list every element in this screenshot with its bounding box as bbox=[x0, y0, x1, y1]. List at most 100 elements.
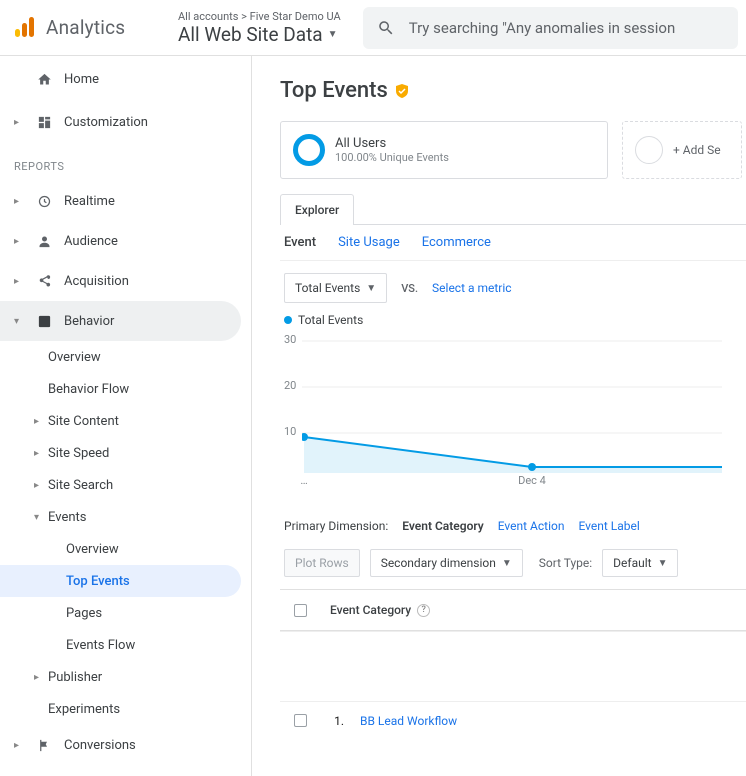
subsubnav-top-events-label: Top Events bbox=[66, 574, 130, 589]
tab-explorer[interactable]: Explorer bbox=[280, 194, 354, 225]
events-table: Event Category? 1. BB Lead Workflow bbox=[280, 589, 746, 739]
secondary-dimension-label: Secondary dimension bbox=[381, 556, 496, 570]
subsubnav-top-events[interactable]: Top Events bbox=[0, 565, 241, 597]
view-name: All Web Site Data bbox=[178, 23, 323, 46]
subsubnav-events-flow-label: Events Flow bbox=[66, 638, 135, 653]
plot-rows-button[interactable]: Plot Rows bbox=[284, 549, 360, 577]
search-input[interactable]: Try searching "Any anomalies in session bbox=[363, 7, 738, 49]
content-area: Top Events All Users 100.00% Unique Even… bbox=[252, 56, 746, 776]
chevron-right-icon: ▸ bbox=[34, 448, 44, 459]
subsubnav-overview[interactable]: Overview bbox=[0, 533, 251, 565]
chevron-right-icon: ▸ bbox=[14, 117, 24, 128]
subnav-site-speed[interactable]: ▸ Site Speed bbox=[0, 437, 251, 469]
search-placeholder: Try searching "Any anomalies in session bbox=[409, 19, 676, 37]
chevron-right-icon: ▸ bbox=[14, 196, 24, 207]
y-tick-20: 20 bbox=[284, 379, 296, 392]
subnav-site-content-label: Site Content bbox=[48, 414, 119, 429]
nav-audience[interactable]: ▸ Audience bbox=[0, 221, 251, 261]
nav-behavior-label: Behavior bbox=[64, 314, 114, 329]
row-checkbox[interactable] bbox=[294, 714, 307, 727]
subsubnav-events-flow[interactable]: Events Flow bbox=[0, 629, 251, 661]
segment-all-users[interactable]: All Users 100.00% Unique Events bbox=[280, 121, 608, 179]
dim-event-category[interactable]: Event Category bbox=[402, 519, 484, 533]
nav-audience-label: Audience bbox=[64, 234, 118, 249]
subnav-overview[interactable]: Overview bbox=[0, 341, 251, 373]
help-icon[interactable]: ? bbox=[417, 604, 430, 617]
sort-type-value: Default bbox=[613, 556, 651, 570]
subnav-behavior-flow[interactable]: Behavior Flow bbox=[0, 373, 251, 405]
subnav-publisher-label: Publisher bbox=[48, 670, 102, 685]
subtab-ecommerce[interactable]: Ecommerce bbox=[422, 235, 491, 250]
y-tick-10: 10 bbox=[284, 425, 296, 438]
account-selector[interactable]: All accounts > Five Star Demo UA All Web… bbox=[166, 10, 353, 46]
subsubnav-pages-label: Pages bbox=[66, 606, 102, 621]
series-dot-icon bbox=[284, 316, 292, 324]
shield-icon bbox=[394, 83, 410, 99]
nav-realtime-label: Realtime bbox=[64, 194, 115, 209]
sort-type-selector[interactable]: Default ▼ bbox=[602, 549, 678, 577]
subnav-behavior-flow-label: Behavior Flow bbox=[48, 382, 129, 397]
caret-down-icon: ▼ bbox=[658, 558, 668, 569]
brand-name: Analytics bbox=[46, 16, 125, 39]
row-event-category-link[interactable]: BB Lead Workflow bbox=[350, 714, 457, 728]
subnav-site-speed-label: Site Speed bbox=[48, 446, 109, 461]
add-segment-label: + Add Se bbox=[673, 143, 721, 157]
select-metric-link[interactable]: Select a metric bbox=[432, 281, 512, 295]
dim-event-label[interactable]: Event Label bbox=[578, 519, 639, 533]
x-tick-ellipsis: … bbox=[300, 474, 307, 487]
secondary-dimension-selector[interactable]: Secondary dimension▼ bbox=[370, 549, 523, 577]
chevron-right-icon: ▸ bbox=[14, 740, 24, 751]
chevron-right-icon: ▸ bbox=[34, 672, 44, 683]
segment-subtitle: 100.00% Unique Events bbox=[335, 151, 449, 164]
chevron-down-icon: ▾ bbox=[14, 316, 24, 327]
subnav-events[interactable]: ▾ Events bbox=[0, 501, 251, 533]
select-all-checkbox[interactable] bbox=[294, 604, 307, 617]
dim-event-action[interactable]: Event Action bbox=[498, 519, 565, 533]
nav-acquisition[interactable]: ▸ Acquisition bbox=[0, 261, 251, 301]
col-event-category[interactable]: Event Category bbox=[330, 603, 411, 617]
sidebar: Home ▸ Customization REPORTS ▸ Realtime … bbox=[0, 56, 252, 776]
caret-down-icon: ▼ bbox=[366, 283, 376, 294]
share-icon bbox=[36, 274, 52, 289]
vs-label: VS. bbox=[401, 282, 418, 295]
subnav-site-content[interactable]: ▸Site Content bbox=[0, 405, 251, 437]
subtab-site-usage[interactable]: Site Usage bbox=[338, 235, 400, 250]
segment-name: All Users bbox=[335, 136, 449, 151]
subtab-event[interactable]: Event bbox=[284, 235, 316, 250]
chevron-down-icon: ▾ bbox=[34, 512, 44, 523]
nav-behavior[interactable]: ▾ Behavior bbox=[0, 301, 241, 341]
subnav-events-label: Events bbox=[48, 510, 86, 525]
clock-icon bbox=[36, 194, 52, 209]
subsubnav-pages[interactable]: Pages bbox=[0, 597, 251, 629]
caret-down-icon: ▼ bbox=[328, 29, 338, 40]
subnav-publisher[interactable]: ▸ Publisher bbox=[0, 661, 251, 693]
x-tick-dec4: Dec 4 bbox=[518, 474, 546, 487]
subnav-site-search[interactable]: ▸Site Search bbox=[0, 469, 251, 501]
metric-selector[interactable]: Total Events ▼ bbox=[284, 273, 387, 303]
nav-conversions[interactable]: ▸ Conversions bbox=[0, 725, 251, 765]
chevron-right-icon: ▸ bbox=[14, 276, 24, 287]
row-index: 1. bbox=[320, 714, 350, 728]
search-icon bbox=[377, 19, 395, 37]
page-title: Top Events bbox=[280, 78, 388, 103]
subsubnav-overview-label: Overview bbox=[66, 542, 119, 557]
nav-acquisition-label: Acquisition bbox=[64, 274, 129, 289]
nav-home[interactable]: Home bbox=[0, 56, 251, 102]
metric-selector-label: Total Events bbox=[295, 281, 360, 295]
segment-circle-icon bbox=[293, 134, 325, 166]
nav-customization-label: Customization bbox=[64, 115, 148, 130]
add-segment-button[interactable]: + Add Se bbox=[622, 121, 742, 179]
nav-home-label: Home bbox=[64, 72, 99, 87]
nav-customization[interactable]: ▸ Customization bbox=[0, 102, 251, 142]
nav-realtime[interactable]: ▸ Realtime bbox=[0, 181, 251, 221]
line-plot bbox=[302, 333, 722, 473]
subnav-experiments-label: Experiments bbox=[48, 702, 120, 717]
person-icon bbox=[36, 234, 52, 249]
subnav-experiments[interactable]: Experiments bbox=[0, 693, 251, 725]
chevron-right-icon: ▸ bbox=[34, 480, 44, 491]
home-icon bbox=[36, 72, 52, 87]
logo[interactable]: Analytics bbox=[0, 16, 166, 40]
chevron-right-icon: ▸ bbox=[14, 236, 24, 247]
analytics-logo-icon bbox=[12, 16, 36, 40]
add-circle-icon bbox=[635, 136, 663, 164]
